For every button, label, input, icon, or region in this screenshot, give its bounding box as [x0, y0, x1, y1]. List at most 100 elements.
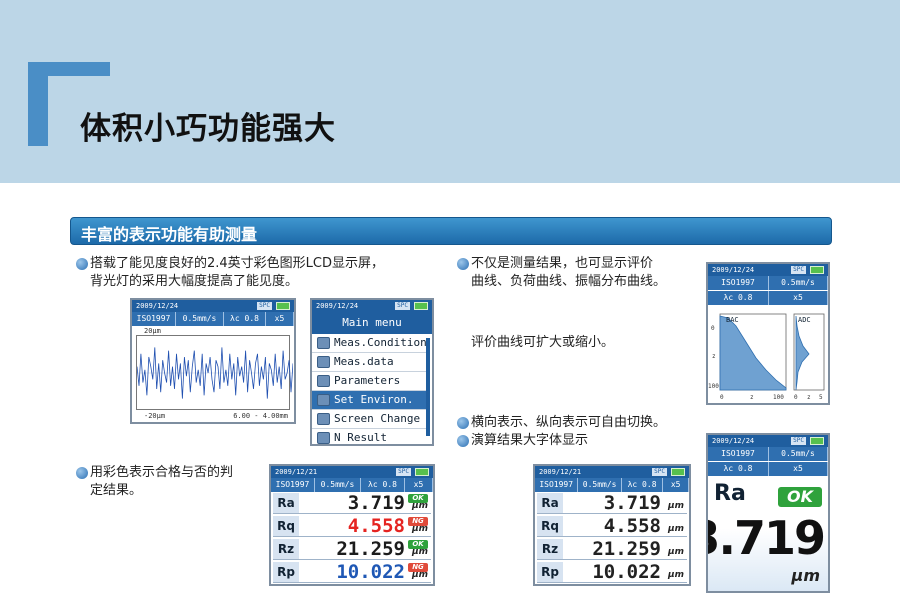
param-value: 3.719	[603, 492, 661, 514]
judge-badge: OK	[408, 540, 428, 549]
param-value: 10.022	[592, 561, 661, 583]
zoom-note: 评价曲线可扩大或缩小。	[471, 335, 615, 350]
param-label: Rq	[273, 516, 299, 536]
bullet-bigfont: 演算结果大字体显示	[457, 432, 657, 450]
param-label: Ra	[537, 493, 563, 513]
battery-icon	[810, 437, 824, 445]
section-header: 丰富的表示功能有助测量	[70, 217, 832, 245]
profile-plot	[136, 335, 294, 410]
condition-bar: ISO1997 0.5mm/s λc 0.8 x5	[132, 312, 294, 326]
result-row: Ra 3.719 μm OK	[273, 493, 431, 514]
hero-banner: 体积小巧功能强大	[0, 0, 900, 183]
plot-bottom-label: -20μm	[144, 412, 166, 420]
result-row: Ra 3.719 μm	[537, 493, 687, 514]
status-bar: 2009/12/24 SPC	[708, 264, 828, 276]
menu-item-meas-data[interactable]: Meas.data	[312, 353, 430, 372]
result-icon	[317, 432, 330, 444]
x-tick-right: 100	[773, 394, 784, 401]
bullet-dot-icon	[76, 467, 88, 479]
adc-tick-mid: z	[807, 394, 811, 401]
result-row: Rq 4.558 μm	[537, 516, 687, 537]
y-tick-bottom: 100	[708, 383, 719, 390]
bullet-text: 不仅是测量结果，也可显示评价	[471, 256, 654, 271]
bullet-text: 搭载了能见度良好的2.4英寸彩色图形LCD显示屏，	[90, 256, 385, 271]
battery-icon	[415, 468, 429, 476]
bullet-text: 定结果。	[90, 483, 143, 498]
curve-screen: 2009/12/24 SPC ISO1997 0.5mm/s λc 0.8 x5 BA…	[706, 262, 830, 405]
unit-label: μm	[667, 570, 684, 580]
bac-label: BAC	[726, 316, 739, 324]
bullet-text: 曲线、负荷曲线、振幅分布曲线。	[471, 274, 667, 289]
battery-icon	[671, 468, 685, 476]
screen-icon	[317, 413, 330, 425]
param-label: Rq	[537, 516, 563, 536]
big-value: 3.719	[708, 511, 826, 565]
status-bar: 2009/12/21 SPC	[271, 466, 433, 478]
big-judge-badge: OK	[778, 487, 822, 507]
status-bar: 2009/12/24 SPC	[132, 300, 294, 312]
bullet-orientation: 横向表示、纵向表示可自由切换。	[457, 414, 717, 432]
menu-title: Main menu	[312, 312, 432, 334]
bullet-dot-icon	[76, 258, 88, 270]
x-tick-mid: z	[750, 394, 754, 401]
condition-bar: ISO1997 0.5mm/s	[708, 447, 828, 461]
param-value: 21.259	[336, 538, 405, 560]
status-bar: 2009/12/21 SPC	[535, 466, 689, 478]
status-bar: 2009/12/24 SPC	[312, 300, 432, 312]
result-row: Rq 4.558 μm NG	[273, 516, 431, 537]
param-value: 4.558	[603, 515, 661, 537]
result-row: Rz 21.259 μm OK	[273, 539, 431, 560]
status-bar: 2009/12/24 SPC	[708, 435, 828, 447]
profile-screen: 2009/12/24 SPC ISO1997 0.5mm/s λc 0.8 x5 20μ…	[130, 298, 296, 424]
judge-badge: NG	[408, 517, 428, 526]
bullet-dot-icon	[457, 258, 469, 270]
param-value: 21.259	[592, 538, 661, 560]
ruler-icon	[317, 337, 330, 349]
adc-tick-left: 0	[794, 394, 798, 401]
param-label: Rz	[537, 539, 563, 559]
unit-label: μm	[667, 524, 684, 534]
menu-item-n-result[interactable]: N Result	[312, 429, 430, 444]
big-unit: μm	[791, 566, 820, 585]
tools-icon	[317, 394, 330, 406]
bullet-dot-icon	[457, 417, 469, 429]
judge-badge: OK	[408, 494, 428, 503]
menu-item-meas-condition[interactable]: Meas.Condition	[312, 334, 430, 353]
bullet-text: 用彩色表示合格与否的判	[90, 465, 234, 480]
bullet-text: 演算结果大字体显示	[471, 433, 589, 448]
menu-item-screen-change[interactable]: Screen Change	[312, 410, 430, 429]
adc-label: ADC	[798, 316, 811, 324]
parameters-icon	[317, 375, 330, 387]
condition-bar: ISO1997 0.5mm/s λc 0.8 x5	[271, 478, 433, 492]
color-results-screen: 2009/12/21 SPC ISO1997 0.5mm/s λc 0.8 x5 Ra 3…	[269, 464, 435, 586]
bearing-curve-chart: BAC ADC 0 z 100 0 z 100 0 z 5	[708, 313, 825, 401]
plot-top-label: 20μm	[144, 327, 161, 335]
condition-bar: ISO1997 0.5mm/s λc 0.8 x5	[535, 478, 689, 492]
database-icon	[317, 356, 330, 368]
big-param-label: Ra	[714, 481, 746, 506]
bullet-text: 横向表示、纵向表示可自由切换。	[471, 415, 667, 430]
page-title: 体积小巧功能强大	[80, 111, 336, 147]
menu-item-parameters[interactable]: Parameters	[312, 372, 430, 391]
judge-badge: NG	[408, 563, 428, 572]
plot-range-label: 6.00 - 4.00mm	[233, 412, 288, 420]
param-value: 10.022	[336, 561, 405, 583]
y-tick-top: 0	[711, 325, 715, 332]
condition-bar: ISO1997 0.5mm/s	[708, 276, 828, 290]
battery-icon	[810, 266, 824, 274]
plain-results-screen: 2009/12/21 SPC ISO1997 0.5mm/s λc 0.8 x5 Ra 3…	[533, 464, 691, 586]
result-row: Rz 21.259 μm	[537, 539, 687, 560]
roughness-trace	[136, 347, 294, 399]
battery-icon	[414, 302, 428, 310]
adc-tick-right: 5	[819, 394, 823, 401]
y-tick-mid: z	[712, 353, 716, 360]
battery-icon	[276, 302, 290, 310]
result-row: Rp 10.022 μm	[537, 562, 687, 583]
menu-scrollbar[interactable]	[426, 338, 430, 436]
unit-label: μm	[667, 547, 684, 557]
param-value: 3.719	[347, 492, 405, 514]
menu-item-set-environ[interactable]: Set Environ.	[312, 391, 430, 410]
param-label: Ra	[273, 493, 299, 513]
result-row: Rp 10.022 μm NG	[273, 562, 431, 583]
unit-label: μm	[667, 501, 684, 511]
